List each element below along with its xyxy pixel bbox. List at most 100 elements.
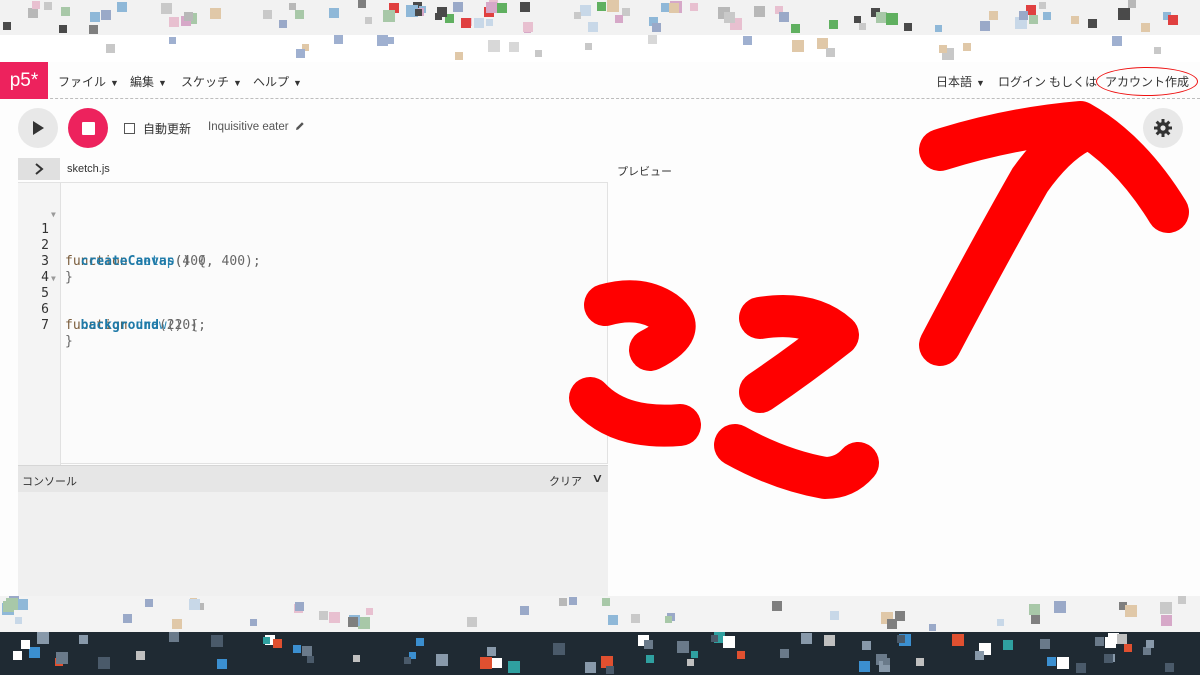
pixelated-block — [754, 6, 765, 17]
stop-button[interactable] — [68, 108, 108, 148]
menu-help[interactable]: ヘルプ ▼ — [253, 73, 302, 90]
pixelated-block — [1160, 602, 1172, 614]
menu-file[interactable]: ファイル ▼ — [58, 73, 119, 90]
pixelated-block — [358, 0, 366, 8]
pixelated-block — [569, 597, 577, 605]
pixelated-block — [1047, 657, 1056, 666]
pixelated-block — [387, 37, 394, 44]
pixelated-block — [28, 8, 38, 18]
autorefresh-toggle[interactable]: 自動更新 — [124, 120, 191, 137]
menu-file-label: ファイル — [58, 75, 107, 89]
pixelated-block — [830, 611, 839, 620]
pixelated-block — [13, 651, 22, 660]
autorefresh-label: 自動更新 — [143, 122, 192, 136]
preview-label: プレビュー — [617, 166, 672, 178]
p5-logo[interactable]: p5* — [0, 62, 48, 99]
pixelated-block — [952, 634, 964, 646]
pixelated-block — [1112, 36, 1122, 46]
menu-edit[interactable]: 編集 ▼ — [130, 73, 167, 90]
pixelated-block — [1165, 663, 1174, 672]
code-line[interactable]: 6 background(220); — [18, 286, 608, 333]
menu-edit-label: 編集 — [130, 75, 155, 89]
pixelated-block — [1141, 23, 1150, 32]
pixelated-block — [1054, 601, 1066, 613]
pixelated-block — [123, 614, 132, 623]
pixelated-block — [791, 24, 800, 33]
sidebar-toggle-button[interactable] — [18, 158, 60, 180]
pixelated-block — [480, 657, 492, 669]
pixelated-block — [691, 651, 698, 658]
os-taskbar-pixelated — [0, 632, 1200, 675]
page-bottom-pixelated — [0, 596, 1200, 632]
pixelated-block — [1040, 639, 1050, 649]
settings-button[interactable] — [1143, 108, 1183, 148]
pixelated-block — [293, 645, 301, 653]
pixelated-block — [935, 25, 942, 32]
pixelated-block — [644, 640, 653, 649]
browser-tab-bar-pixelated — [0, 0, 1200, 35]
pixelated-block — [217, 659, 227, 669]
pixelated-block — [1118, 8, 1130, 20]
gear-icon — [1154, 119, 1172, 137]
console-output[interactable] — [18, 492, 608, 596]
pixelated-block — [1039, 2, 1046, 9]
caret-down-icon: ▼ — [158, 78, 167, 88]
code-line[interactable]: 1 ▼ function setup() { — [18, 206, 608, 269]
code-line[interactable]: 2 createCanvas(400, 400); — [18, 222, 608, 269]
create-account-link[interactable]: アカウント作成 — [1096, 67, 1199, 96]
pixelated-block — [687, 659, 694, 666]
pixelated-block — [602, 598, 610, 606]
pixelated-block — [404, 657, 411, 664]
pixelated-block — [1019, 11, 1028, 20]
menu-sketch[interactable]: スケッチ ▼ — [181, 73, 242, 90]
pixelated-block — [79, 635, 88, 644]
pencil-icon[interactable] — [295, 121, 305, 131]
code-line[interactable]: 5 ▼ function draw() { — [18, 270, 608, 333]
pixelated-block — [1031, 615, 1040, 624]
play-button[interactable] — [18, 108, 58, 148]
code-line[interactable]: 7 } — [18, 302, 608, 349]
code-editor[interactable]: 1 ▼ function setup() { 2 createCanvas(40… — [18, 182, 608, 465]
pixelated-block — [486, 2, 497, 13]
sketch-name-label: Inquisitive eater — [208, 121, 289, 133]
pixelated-block — [677, 641, 689, 653]
file-tab-sketch-js[interactable]: sketch.js — [67, 163, 110, 175]
pixelated-block — [487, 647, 496, 656]
pixelated-block — [184, 12, 193, 21]
pixelated-block — [497, 3, 507, 13]
pixelated-block — [883, 658, 890, 665]
annotation-stroke — [739, 295, 859, 413]
pixelated-block — [106, 44, 115, 53]
console-clear-button[interactable]: クリア — [549, 473, 582, 489]
pixelated-block — [711, 635, 718, 642]
pixelated-block — [854, 16, 861, 23]
code-line[interactable]: 4 — [18, 254, 608, 285]
pixelated-block — [295, 602, 304, 611]
login-link[interactable]: ログイン — [998, 73, 1046, 90]
fold-arrow-icon[interactable]: ▼ — [51, 271, 56, 287]
pixelated-block — [90, 12, 100, 22]
language-selector[interactable]: 日本語 ▼ — [936, 73, 985, 90]
pixelated-block — [780, 649, 789, 658]
pixelated-block — [509, 42, 519, 52]
autorefresh-checkbox[interactable] — [124, 123, 135, 134]
pixelated-block — [17, 599, 28, 610]
pixelated-block — [997, 619, 1004, 626]
pixelated-block — [29, 647, 40, 658]
pixelated-block — [648, 35, 657, 44]
caret-down-icon: ▼ — [233, 78, 242, 88]
pixelated-block — [669, 3, 679, 13]
pixelated-block — [631, 614, 640, 623]
play-icon — [33, 121, 44, 135]
menu-help-label: ヘルプ — [253, 75, 290, 89]
code-line[interactable]: 3 } — [18, 238, 608, 285]
pixelated-block — [32, 1, 40, 9]
fold-arrow-icon[interactable]: ▼ — [51, 207, 56, 223]
pixelated-block — [437, 7, 447, 17]
pixelated-block — [319, 611, 328, 620]
pixelated-block — [1178, 596, 1186, 604]
pixelated-block — [559, 598, 567, 606]
sketch-name[interactable]: Inquisitive eater — [208, 121, 305, 133]
chevron-down-icon[interactable]: ∨ — [591, 471, 603, 485]
pixelated-block — [383, 10, 395, 22]
